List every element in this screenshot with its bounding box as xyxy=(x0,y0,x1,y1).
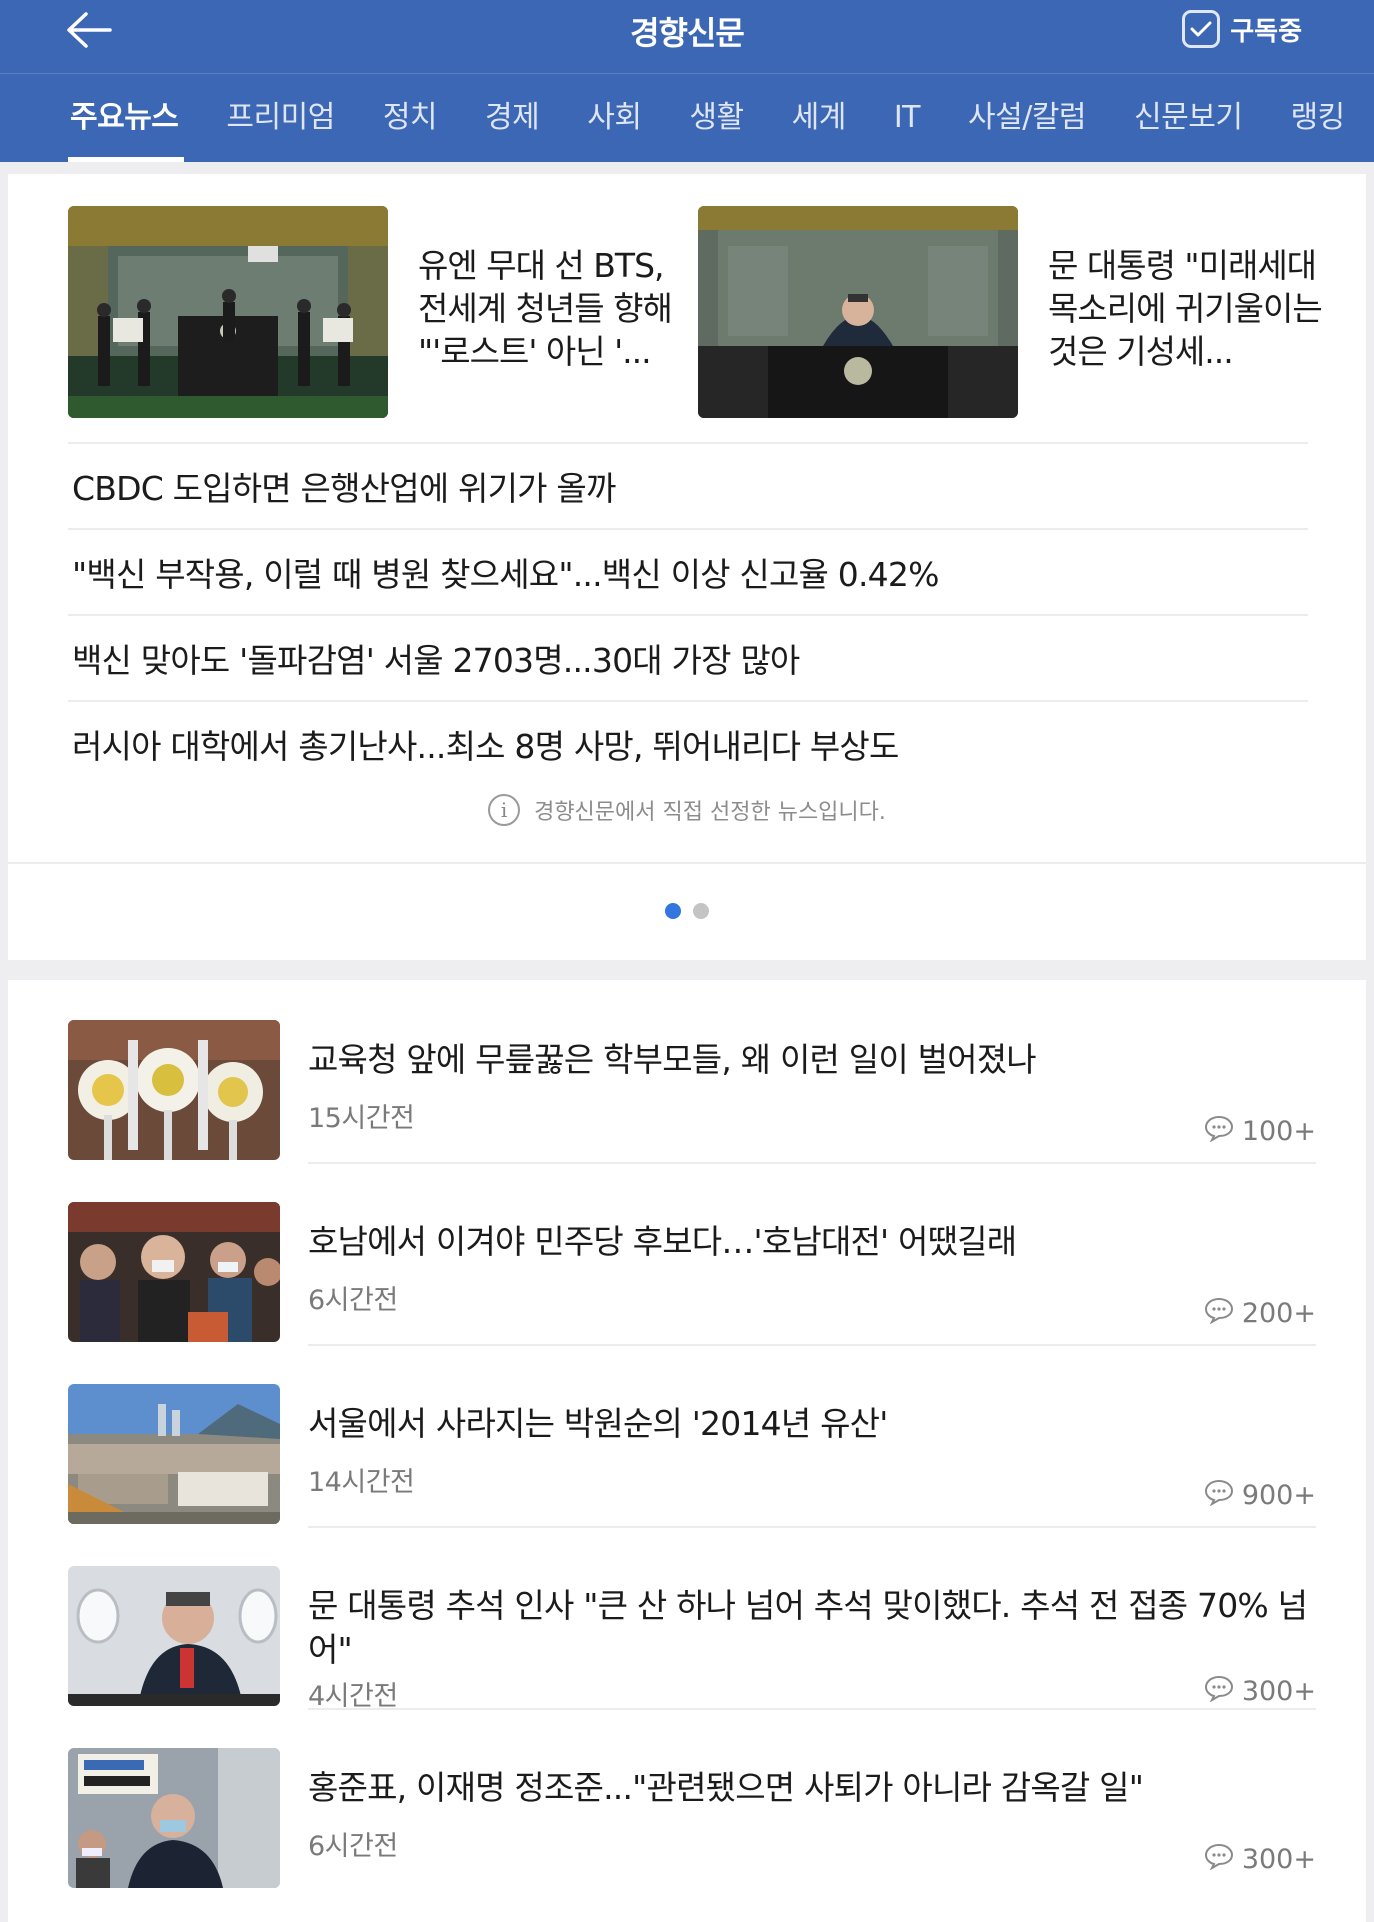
list-item[interactable]: 홍준표, 이재명 정조준..."관련됐으면 사퇴가 아니라 감옥갈 일" 6시간… xyxy=(68,1708,1316,1890)
comment-count: 100+ xyxy=(1204,1114,1316,1149)
tab-main-news[interactable]: 주요뉴스 xyxy=(67,74,185,162)
article-photo xyxy=(698,206,1018,418)
tab-economy[interactable]: 경제 xyxy=(485,74,540,162)
headline-link[interactable]: CBDC 도입하면 은행산업에 위기가 올까 xyxy=(68,442,1308,528)
page-dot-2[interactable] xyxy=(693,903,709,919)
headline-link[interactable]: "백신 부작용, 이럴 때 병원 찾으세요"...백신 이상 신고율 0.42% xyxy=(68,528,1308,614)
article-list: 교육청 앞에 무릎꿇은 학부모들, 왜 이런 일이 벌어졌나 15시간전 100… xyxy=(8,980,1366,1922)
article-time: 6시간전 xyxy=(308,1831,398,1862)
comment-count: 300+ xyxy=(1204,1842,1316,1877)
featured-title: 유엔 무대 선 BTS, 전세계 청년들 향해 "'로스트' 아닌 '... xyxy=(418,246,673,371)
comment-count: 900+ xyxy=(1204,1478,1316,1513)
category-tabs: 주요뉴스 프리미엄 정치 경제 사회 생활 세계 IT 사설/칼럼 신문보기 랭… xyxy=(0,74,1374,162)
list-item[interactable]: 문 대통령 추석 인사 "큰 산 하나 넘어 추석 맞이했다. 추석 전 접종 … xyxy=(68,1526,1316,1712)
divider xyxy=(8,862,1366,864)
info-icon: i xyxy=(488,794,521,826)
article-photo xyxy=(68,1202,280,1342)
page-dot-1[interactable] xyxy=(665,903,681,919)
divider xyxy=(308,1162,1316,1164)
featured-article-1[interactable]: 유엔 무대 선 BTS, 전세계 청년들 향해 "'로스트' 아닌 '... xyxy=(68,206,698,418)
list-item[interactable]: 호남에서 이겨야 민주당 후보다…'호남대전' 어땠길래 6시간전 200+ xyxy=(68,1162,1316,1344)
article-title: 문 대통령 추석 인사 "큰 산 하나 넘어 추석 맞이했다. 추석 전 접종 … xyxy=(308,1586,1308,1669)
article-title: 교육청 앞에 무릎꿇은 학부모들, 왜 이런 일이 벌어졌나 xyxy=(308,1040,1037,1079)
comment-count-label: 300+ xyxy=(1241,1844,1316,1875)
curation-notice: i 경향신문에서 직접 선정한 뉴스입니다. xyxy=(8,794,1366,826)
comment-icon xyxy=(1204,1842,1234,1877)
article-time: 14시간전 xyxy=(308,1467,415,1498)
article-photo xyxy=(68,1384,280,1524)
divider xyxy=(308,1344,1316,1346)
publisher-title: 경향신문 xyxy=(630,14,745,52)
article-photo xyxy=(68,1020,280,1160)
comment-icon xyxy=(1204,1478,1234,1513)
headline-link[interactable]: 러시아 대학에서 총기난사...최소 8명 사망, 뛰어내리다 부상도 xyxy=(68,700,1308,786)
tab-editorial[interactable]: 사설/칼럼 xyxy=(968,74,1087,162)
list-item[interactable]: 서울에서 사라지는 박원순의 '2014년 유산' 14시간전 900+ xyxy=(68,1344,1316,1526)
divider xyxy=(308,1526,1316,1528)
comment-count: 300+ xyxy=(1204,1674,1316,1709)
featured-title: 문 대통령 "미래세대 목소리에 귀기울이는 것은 기성세... xyxy=(1048,246,1323,371)
comment-count-label: 200+ xyxy=(1241,1298,1316,1329)
tab-society[interactable]: 사회 xyxy=(587,74,642,162)
subscribe-label: 구독중 xyxy=(1230,16,1302,47)
comment-count-label: 900+ xyxy=(1241,1480,1316,1511)
app-header: 경향신문 구독중 주요뉴스 프리미엄 정치 경제 사회 생활 세계 IT 사설/… xyxy=(0,0,1374,162)
article-photo xyxy=(68,1748,280,1888)
tab-newspaper[interactable]: 신문보기 xyxy=(1134,74,1243,162)
tab-politics[interactable]: 정치 xyxy=(383,74,438,162)
comment-count: 200+ xyxy=(1204,1296,1316,1331)
top-bar: 경향신문 구독중 xyxy=(0,0,1374,74)
headline-card: 유엔 무대 선 BTS, 전세계 청년들 향해 "'로스트' 아닌 '... 문… xyxy=(8,174,1366,960)
comment-icon xyxy=(1204,1296,1234,1331)
check-icon xyxy=(1182,10,1221,48)
article-title: 홍준표, 이재명 정조준..."관련됐으면 사퇴가 아니라 감옥갈 일" xyxy=(308,1768,1144,1807)
article-photo xyxy=(68,1566,280,1706)
article-title: 호남에서 이겨야 민주당 후보다…'호남대전' 어땠길래 xyxy=(308,1222,1017,1261)
comment-icon xyxy=(1204,1674,1234,1709)
list-item[interactable]: 교육청 앞에 무릎꿇은 학부모들, 왜 이런 일이 벌어졌나 15시간전 100… xyxy=(68,980,1316,1162)
comment-count-label: 100+ xyxy=(1241,1116,1316,1147)
article-time: 15시간전 xyxy=(308,1103,415,1134)
divider xyxy=(308,1708,1316,1710)
article-photo xyxy=(68,206,388,418)
comment-count-label: 300+ xyxy=(1241,1676,1316,1707)
notice-text: 경향신문에서 직접 선정한 뉴스입니다. xyxy=(534,800,886,825)
subscribe-button[interactable]: 구독중 xyxy=(1182,9,1302,49)
article-time: 6시간전 xyxy=(308,1285,398,1316)
tab-premium[interactable]: 프리미엄 xyxy=(226,74,335,162)
tab-it[interactable]: IT xyxy=(894,74,921,162)
headline-link[interactable]: 백신 맞아도 '돌파감염' 서울 2703명...30대 가장 많아 xyxy=(68,614,1308,700)
tab-world[interactable]: 세계 xyxy=(792,74,847,162)
tab-life[interactable]: 생활 xyxy=(689,74,744,162)
comment-icon xyxy=(1204,1114,1234,1149)
featured-article-2[interactable]: 문 대통령 "미래세대 목소리에 귀기울이는 것은 기성세... xyxy=(698,206,1328,418)
article-title: 서울에서 사라지는 박원순의 '2014년 유산' xyxy=(308,1404,888,1443)
page-indicator xyxy=(8,903,1366,919)
tab-ranking[interactable]: 랭킹 xyxy=(1290,74,1345,162)
